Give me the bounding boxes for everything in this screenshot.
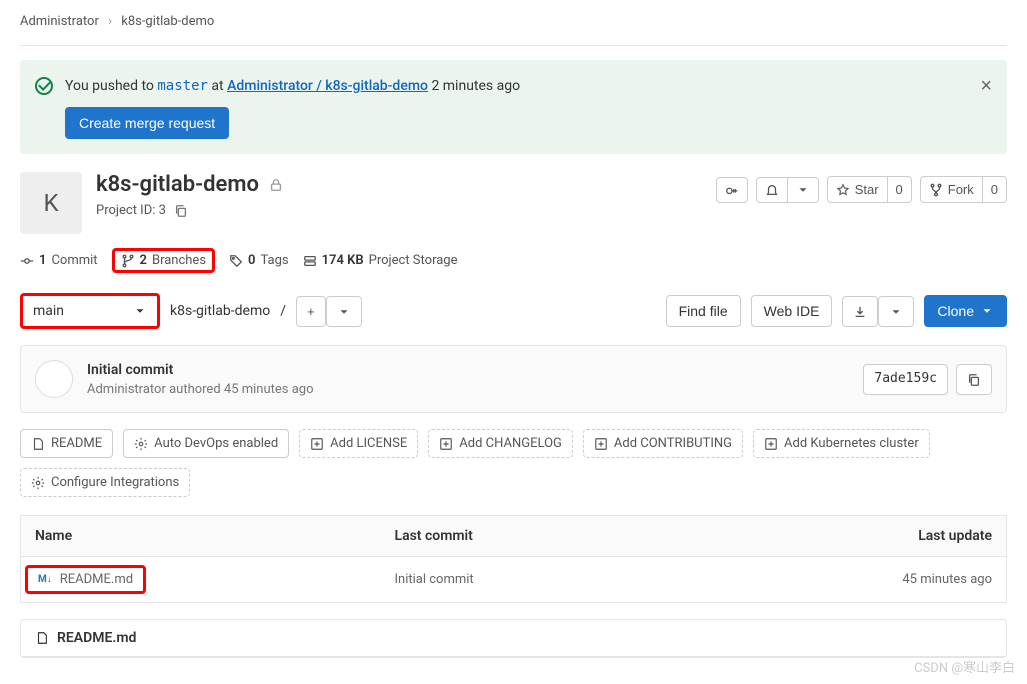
download-button[interactable] <box>842 296 878 327</box>
file-update-cell: 45 minutes ago <box>678 557 1006 603</box>
branch-name: master <box>157 78 208 94</box>
push-alert: × You pushed to master at Administrator … <box>20 60 1007 154</box>
alert-link[interactable]: Administrator / k8s-gitlab-demo <box>227 78 428 94</box>
star-count[interactable]: 0 <box>888 176 912 203</box>
gear-icon <box>31 476 45 490</box>
file-table: Name Last commit Last update M↓ README.m… <box>20 515 1007 603</box>
clone-button[interactable]: Clone <box>924 295 1007 327</box>
quick-actions: README Auto DevOps enabled Add LICENSE A… <box>20 429 1007 497</box>
last-commit-card: Initial commit Administrator authored 45… <box>20 345 1007 413</box>
chip-add-k8s[interactable]: Add Kubernetes cluster <box>753 429 930 458</box>
chip-auto-devops[interactable]: Auto DevOps enabled <box>123 429 289 458</box>
file-icon <box>35 631 49 645</box>
repo-toolbar: main k8s-gitlab-demo / + Find file Web I… <box>20 293 1007 329</box>
branch-select[interactable]: main <box>20 293 160 329</box>
stat-tags[interactable]: 0Tags <box>229 253 289 268</box>
chip-add-license[interactable]: Add LICENSE <box>299 429 418 458</box>
breadcrumb: Administrator › k8s-gitlab-demo <box>20 10 1007 41</box>
readme-title: README.md <box>57 630 136 646</box>
web-ide-button[interactable]: Web IDE <box>751 295 833 327</box>
project-title: k8s-gitlab-demo <box>96 172 259 197</box>
project-id: Project ID: 3 <box>96 203 166 218</box>
star-button[interactable]: Star <box>827 176 888 203</box>
file-commit-cell[interactable]: Initial commit <box>381 557 679 603</box>
stat-branches[interactable]: 2Branches <box>112 248 216 273</box>
divider <box>20 45 1007 46</box>
check-circle-icon <box>35 77 53 95</box>
lock-icon <box>269 177 283 193</box>
add-button[interactable]: + <box>296 296 326 327</box>
notifications-dropdown[interactable] <box>788 177 819 203</box>
copy-icon <box>967 373 981 387</box>
watermark: CSDN @寒山李白 <box>914 657 1015 676</box>
table-row[interactable]: M↓ README.md Initial commit 45 minutes a… <box>21 557 1007 603</box>
project-header: K k8s-gitlab-demo Project ID: 3 <box>20 172 1007 234</box>
chip-add-contributing[interactable]: Add CONTRIBUTING <box>583 429 743 458</box>
plus-square-icon <box>594 437 608 451</box>
download-dropdown[interactable] <box>878 296 914 327</box>
path-sep: / <box>280 303 286 319</box>
ssh-key-button[interactable] <box>716 177 748 203</box>
create-merge-request-button[interactable]: Create merge request <box>65 107 229 139</box>
copy-sha-button[interactable] <box>956 364 992 395</box>
readme-panel: README.md <box>20 619 1007 658</box>
commit-sha[interactable]: 7ade159c <box>863 364 948 395</box>
stat-commits[interactable]: 1Commit <box>20 253 98 268</box>
project-stats: 1Commit 2Branches 0Tags 174 KBProject St… <box>20 248 1007 273</box>
breadcrumb-project[interactable]: k8s-gitlab-demo <box>121 14 214 29</box>
chevron-down-icon <box>133 304 147 318</box>
fork-button[interactable]: Fork <box>920 176 983 203</box>
fork-count[interactable]: 0 <box>983 176 1007 203</box>
commit-title[interactable]: Initial commit <box>87 362 314 378</box>
add-dropdown[interactable] <box>326 296 362 327</box>
col-name: Name <box>21 516 381 557</box>
stat-storage[interactable]: 174 KBProject Storage <box>303 253 458 268</box>
file-name-cell[interactable]: M↓ README.md <box>25 565 146 594</box>
alert-message: You pushed to master at Administrator / … <box>65 75 520 97</box>
chip-add-changelog[interactable]: Add CHANGELOG <box>428 429 573 458</box>
breadcrumb-sep: › <box>108 14 112 29</box>
file-icon <box>31 437 45 451</box>
markdown-icon: M↓ <box>38 574 52 585</box>
breadcrumb-root[interactable]: Administrator <box>20 14 99 29</box>
gear-icon <box>134 437 148 451</box>
notifications-button[interactable] <box>756 177 788 203</box>
plus-square-icon <box>439 437 453 451</box>
repo-path[interactable]: k8s-gitlab-demo <box>170 303 270 319</box>
plus-square-icon <box>310 437 324 451</box>
chip-readme[interactable]: README <box>20 429 113 458</box>
find-file-button[interactable]: Find file <box>666 295 741 327</box>
project-avatar: K <box>20 172 82 234</box>
chevron-down-icon <box>980 304 994 318</box>
col-update: Last update <box>678 516 1006 557</box>
avatar <box>35 360 73 398</box>
chip-configure-integrations[interactable]: Configure Integrations <box>20 468 190 497</box>
commit-meta: Administrator authored 45 minutes ago <box>87 382 314 397</box>
close-icon[interactable]: × <box>980 75 992 98</box>
plus-square-icon <box>764 437 778 451</box>
copy-icon[interactable] <box>174 203 188 218</box>
col-commit: Last commit <box>381 516 679 557</box>
